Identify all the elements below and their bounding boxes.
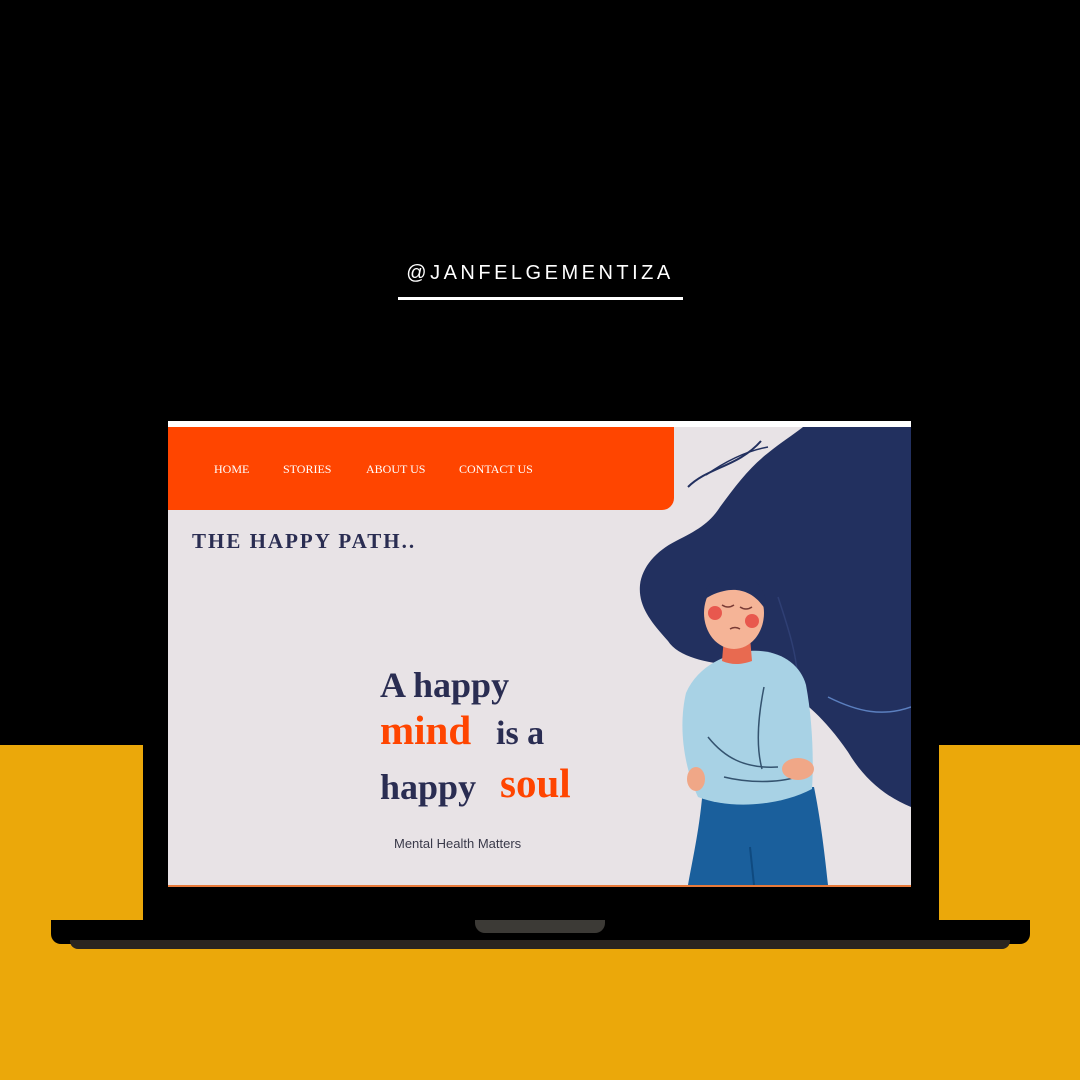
headline-accent-soul: soul: [500, 760, 571, 806]
nav-contact-us[interactable]: CONTACT US: [459, 462, 533, 477]
nav-home[interactable]: HOME: [214, 462, 249, 477]
laptop-notch: [475, 920, 605, 933]
hand-shape: [687, 767, 705, 791]
headline-accent-mind: mind: [380, 707, 472, 753]
laptop-screen: HOME STORIES ABOUT US CONTACT US THE HAP…: [168, 421, 911, 887]
cheek-shape: [708, 606, 722, 620]
hand-shape: [782, 758, 814, 780]
nav-bar: HOME STORIES ABOUT US CONTACT US: [168, 427, 674, 510]
nav-stories[interactable]: STORIES: [283, 462, 331, 477]
woman-with-flowing-hair-illustration: [639, 427, 911, 885]
headline-line1: A happy: [380, 665, 510, 705]
tagline: Mental Health Matters: [394, 836, 522, 851]
nav-about-us[interactable]: ABOUT US: [366, 462, 425, 477]
cheek-shape: [745, 614, 759, 628]
laptop-base-shadow: [70, 940, 1010, 949]
headline-line3-rest: happy: [380, 767, 477, 807]
author-handle: @JANFELGEMENTIZA: [406, 262, 674, 284]
handle-underline: [398, 297, 683, 300]
headline-line2-rest: is a: [496, 715, 545, 752]
site-brand-title: THE HAPPY PATH..: [192, 529, 417, 553]
